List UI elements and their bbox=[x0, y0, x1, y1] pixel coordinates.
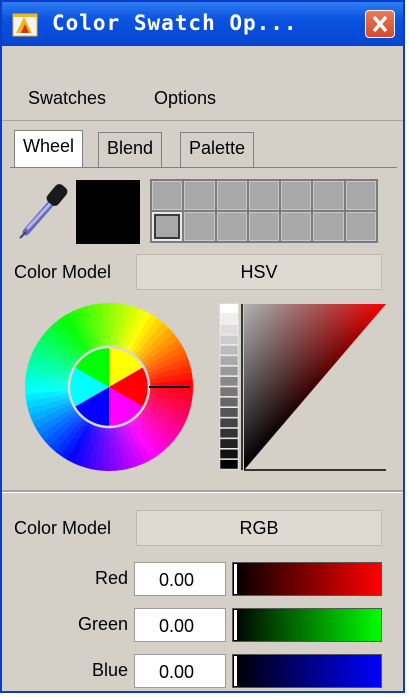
channel-slider-blue[interactable] bbox=[232, 654, 382, 688]
swatch-cell[interactable] bbox=[184, 212, 215, 241]
channel-value-red[interactable]: 0.00 bbox=[134, 562, 226, 596]
hue-wheel[interactable] bbox=[24, 302, 194, 472]
swatch-cell[interactable] bbox=[216, 181, 247, 210]
current-color-swatch[interactable] bbox=[76, 180, 140, 244]
menu-options[interactable]: Options bbox=[154, 88, 216, 109]
close-button[interactable] bbox=[365, 10, 395, 38]
swatch-cell[interactable] bbox=[216, 212, 247, 241]
swatch-cell[interactable] bbox=[184, 181, 215, 210]
channel-label-red: Red bbox=[94, 568, 128, 588]
swatch-cell[interactable] bbox=[345, 212, 376, 241]
app-icon bbox=[12, 13, 38, 37]
swatch-cell[interactable] bbox=[281, 181, 312, 210]
menu-bar: Swatches Options bbox=[2, 78, 403, 121]
channel-label-blue: Blue bbox=[91, 660, 128, 680]
color-swatch-window: Color Swatch Op... Swatches Options Whee… bbox=[0, 0, 405, 693]
swatch-cell[interactable] bbox=[152, 181, 183, 210]
swatch-cell[interactable] bbox=[248, 212, 280, 241]
title-bar[interactable]: Color Swatch Op... bbox=[2, 2, 403, 46]
swatch-cell[interactable] bbox=[152, 212, 183, 241]
channel-slider-red[interactable] bbox=[232, 562, 382, 596]
value-ramp[interactable] bbox=[219, 303, 239, 470]
swatch-cell[interactable] bbox=[248, 181, 280, 210]
color-model-select-bottom[interactable]: RGB bbox=[136, 510, 382, 546]
close-icon bbox=[372, 15, 388, 33]
channel-slider-green[interactable] bbox=[232, 608, 382, 642]
swatch-cell[interactable] bbox=[313, 212, 344, 241]
swatch-grid bbox=[150, 179, 378, 243]
tab-palette[interactable]: Palette bbox=[180, 132, 255, 168]
color-model-select-top[interactable]: HSV bbox=[136, 254, 382, 290]
hue-sector-selector[interactable] bbox=[67, 345, 151, 429]
color-model-label-bottom: Color Model bbox=[14, 518, 112, 538]
channel-label-green: Green bbox=[77, 614, 128, 634]
section-divider bbox=[2, 490, 403, 493]
channel-value-blue[interactable]: 0.00 bbox=[134, 654, 226, 688]
window-title: Color Swatch Op... bbox=[52, 11, 298, 35]
menu-swatches[interactable]: Swatches bbox=[28, 88, 106, 109]
tab-blend[interactable]: Blend bbox=[98, 132, 163, 168]
tab-wheel[interactable]: Wheel bbox=[14, 130, 84, 168]
channel-value-green[interactable]: 0.00 bbox=[134, 608, 226, 642]
swatch-cell[interactable] bbox=[281, 212, 312, 241]
swatch-cell[interactable] bbox=[313, 181, 344, 210]
swatch-cell[interactable] bbox=[345, 181, 376, 210]
slider-handle[interactable] bbox=[233, 655, 238, 687]
color-model-label-top: Color Model bbox=[14, 262, 112, 282]
saturation-value-triangle[interactable] bbox=[216, 298, 394, 478]
slider-handle[interactable] bbox=[233, 563, 238, 595]
eyedropper-icon[interactable] bbox=[16, 180, 72, 240]
slider-handle[interactable] bbox=[233, 609, 238, 641]
tab-divider bbox=[10, 167, 397, 168]
